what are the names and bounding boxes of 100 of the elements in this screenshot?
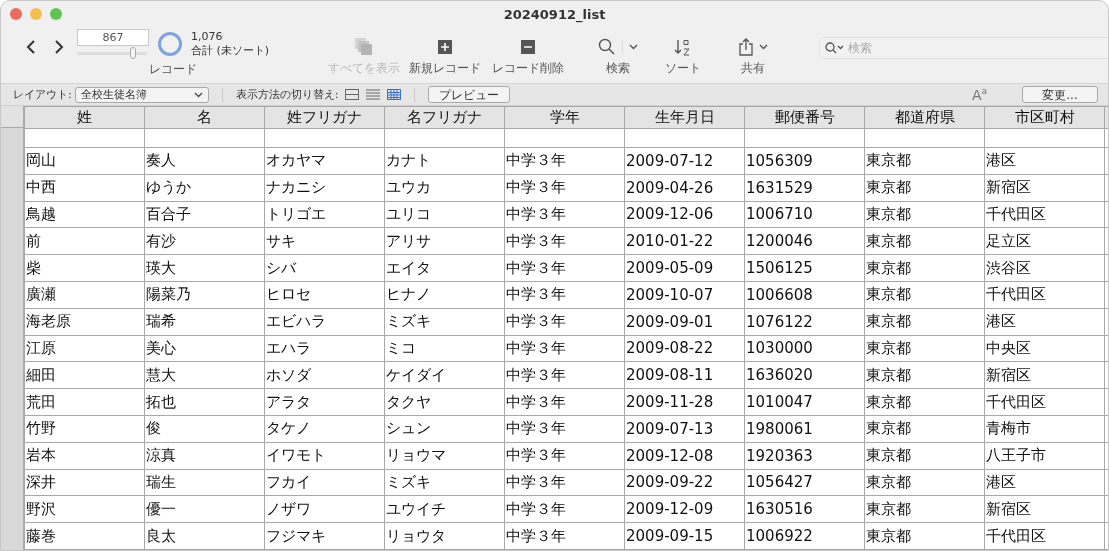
table-cell[interactable]: 柴 [24,254,145,282]
text-size-button[interactable]: A$^{a}$ [971,87,987,102]
table-cell[interactable]: 竹野 [24,415,145,443]
table-cell[interactable]: 拓也 [144,388,265,416]
column-header[interactable]: 生年月日 [624,106,745,129]
table-cell[interactable]: 中学３年 [504,522,625,550]
table-cell[interactable]: 中学３年 [504,469,625,496]
table-cell[interactable]: 1030000 [744,335,865,362]
table-cell[interactable]: オカヤマ [264,147,385,175]
minimize-button[interactable] [30,8,42,20]
table-cell[interactable]: 新宿区 [984,174,1105,202]
table-cell[interactable]: イワモト [264,442,385,470]
table-view-icon[interactable] [387,89,402,100]
table-cell[interactable]: 2009-07-13 [624,415,745,443]
table-cell[interactable]: 東京都 [864,174,985,202]
table-cell[interactable]: 2009-05-09 [624,254,745,282]
table-cell[interactable]: 良太 [144,522,265,550]
search-field[interactable]: 検索 [819,37,1108,59]
table-cell[interactable]: 1010047 [744,388,865,416]
table-cell[interactable]: 1006710 [744,201,865,228]
table-cell[interactable]: フジマキ [264,522,385,550]
table-cell[interactable]: 東京都 [864,147,985,175]
back-icon[interactable] [25,39,37,55]
table-cell[interactable]: 岡山 [24,147,145,175]
table-cell[interactable]: 涼真 [144,442,265,470]
column-header[interactable]: 名 [144,106,265,129]
table-cell[interactable]: 港区 [984,147,1105,175]
table-cell[interactable]: リョウマ [384,442,505,470]
table-cell[interactable]: 東京都 [864,227,985,255]
table-cell[interactable]: アリサ [384,227,505,255]
table-cell[interactable]: 奏人 [144,147,265,175]
table-cell[interactable]: 1006608 [744,281,865,309]
table-cell[interactable]: 東京都 [864,388,985,416]
list-view-icon[interactable] [366,89,381,100]
table-cell[interactable]: 瑞生 [144,469,265,496]
table-cell[interactable]: 中学３年 [504,254,625,282]
table-cell[interactable]: 2009-09-01 [624,308,745,336]
table-cell[interactable]: ケイダイ [384,361,505,389]
record-slider[interactable] [77,47,147,59]
table-cell[interactable]: ユウカ [384,174,505,202]
table-cell[interactable]: カナト [384,147,505,175]
table-cell[interactable]: シバ [264,254,385,282]
table-cell[interactable]: 2009-08-22 [624,335,745,362]
table-cell[interactable]: 2009-11-28 [624,388,745,416]
table-cell[interactable]: エイタ [384,254,505,282]
table-cell[interactable]: ミズキ [384,469,505,496]
column-header[interactable]: 名フリガナ [384,106,505,129]
chevron-down-icon[interactable] [758,44,768,50]
column-header[interactable]: 姓フリガナ [264,106,385,129]
table-cell[interactable]: 中学３年 [504,335,625,362]
table-cell[interactable]: 廣瀬 [24,281,145,309]
table-cell[interactable]: 中央区 [984,335,1105,362]
table-cell[interactable]: 1980061 [744,415,865,443]
minus-icon[interactable] [521,40,536,54]
table-cell[interactable]: 深井 [24,469,145,496]
table-cell[interactable]: リョウタ [384,522,505,550]
sort-icon[interactable] [674,38,693,56]
empty-cell[interactable] [744,128,865,148]
table-cell[interactable]: 海老原 [24,308,145,336]
plus-icon[interactable] [438,40,453,54]
chevron-down-icon[interactable] [629,44,639,50]
table-cell[interactable]: ヒナノ [384,281,505,309]
table-cell[interactable]: 東京都 [864,201,985,228]
empty-cell[interactable] [984,128,1105,148]
table-cell[interactable]: 中学３年 [504,201,625,228]
change-button[interactable]: 変更... [1022,86,1098,103]
table-cell[interactable]: 1636020 [744,361,865,389]
table-cell[interactable]: 中学３年 [504,281,625,309]
table-cell[interactable]: ユリコ [384,201,505,228]
search-icon[interactable] [598,38,617,56]
table-cell[interactable]: ミコ [384,335,505,362]
table-cell[interactable]: 瑛大 [144,254,265,282]
table-cell[interactable]: ナカニシ [264,174,385,202]
table-cell[interactable]: 2009-07-12 [624,147,745,175]
table-cell[interactable]: フカイ [264,469,385,496]
table-cell[interactable]: 瑞希 [144,308,265,336]
table-cell[interactable]: 中学３年 [504,415,625,443]
table-cell[interactable]: 東京都 [864,361,985,389]
table-cell[interactable]: 2009-12-06 [624,201,745,228]
column-header[interactable]: 学年 [504,106,625,129]
table-cell[interactable]: 千代田区 [984,388,1105,416]
table-cell[interactable]: 千代田区 [984,522,1105,550]
table-cell[interactable]: 中学３年 [504,495,625,523]
table-cell[interactable]: 細田 [24,361,145,389]
table-cell[interactable]: 東京都 [864,254,985,282]
table-cell[interactable]: 中学３年 [504,388,625,416]
table-cell[interactable]: 港区 [984,308,1105,336]
empty-cell[interactable] [864,128,985,148]
table-cell[interactable]: ユウイチ [384,495,505,523]
table-cell[interactable]: 新宿区 [984,495,1105,523]
empty-cell[interactable] [504,128,625,148]
table-cell[interactable]: 1920363 [744,442,865,470]
table-cell[interactable]: 1631529 [744,174,865,202]
table-cell[interactable]: 港区 [984,469,1105,496]
table-cell[interactable]: 渋谷区 [984,254,1105,282]
empty-cell[interactable] [624,128,745,148]
table-cell[interactable]: 岩本 [24,442,145,470]
table-cell[interactable]: 陽菜乃 [144,281,265,309]
table-cell[interactable]: 新宿区 [984,361,1105,389]
table-cell[interactable]: 中西 [24,174,145,202]
